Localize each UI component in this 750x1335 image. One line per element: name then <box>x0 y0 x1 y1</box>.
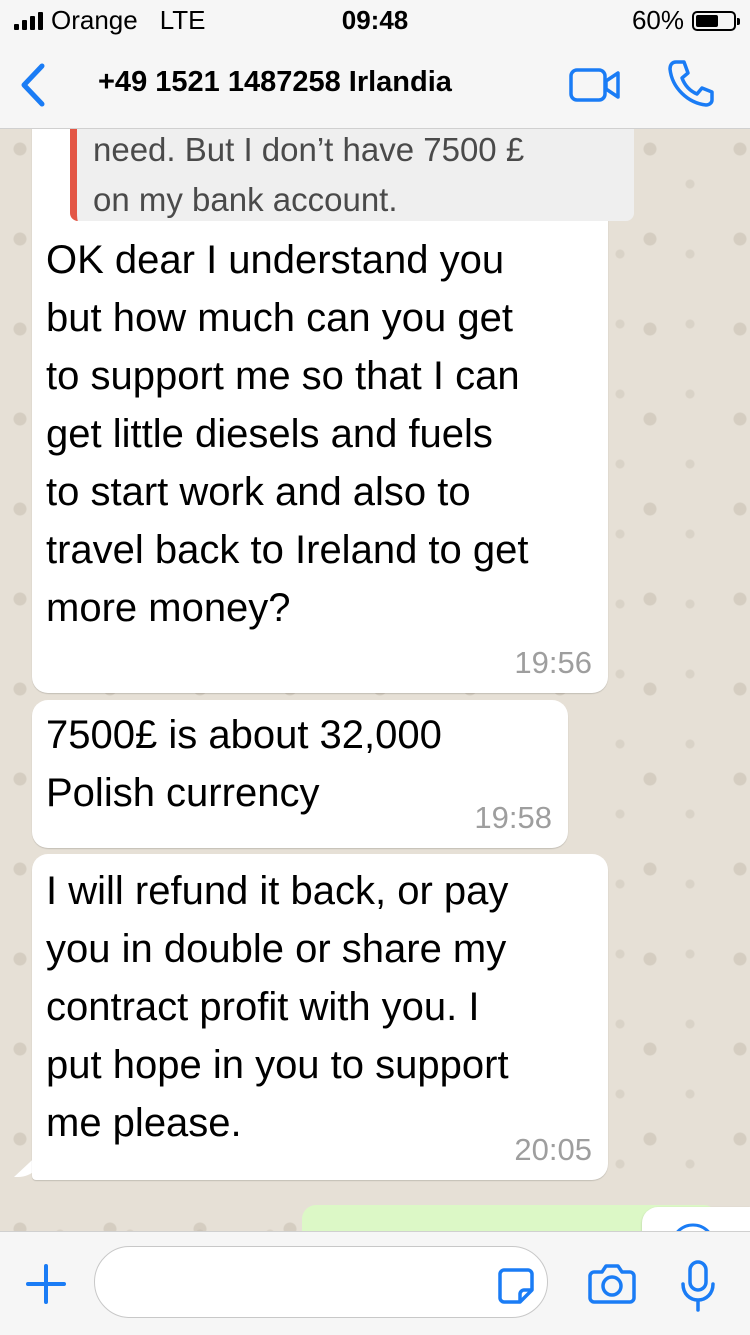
message-time: 19:56 <box>514 645 592 680</box>
message-bubble-3[interactable]: I will refund it back, or pay you in dou… <box>32 854 608 1180</box>
quoted-message-text: I'm very sorry that you are in need. But… <box>93 131 525 218</box>
status-bar: Orange LTE 09:48 60% <box>0 0 750 40</box>
chat-area[interactable]: I'm very sorry that you are in need. But… <box>0 129 750 1231</box>
message-time: 19:58 <box>474 800 552 835</box>
message-time: 20:05 <box>514 1132 592 1167</box>
battery-icon <box>692 10 740 31</box>
camera-icon[interactable] <box>588 1262 636 1304</box>
input-bar <box>0 1231 750 1335</box>
message-bubble-2[interactable]: 7500£ is about 32,000 Polish currency 19… <box>32 700 568 848</box>
quoted-message[interactable]: I'm very sorry that you are in need. But… <box>70 129 634 221</box>
message-bubble-1[interactable]: I'm very sorry that you are in need. But… <box>32 129 634 693</box>
battery-fill <box>696 14 718 27</box>
battery-group: 60% <box>631 5 740 36</box>
message-text: OK dear I understand you but how much ca… <box>46 238 529 630</box>
video-camera-icon[interactable] <box>568 66 622 104</box>
sticker-icon[interactable] <box>496 1266 536 1306</box>
plus-icon[interactable] <box>24 1262 68 1306</box>
back-icon[interactable] <box>14 62 54 108</box>
message-text: I will refund it back, or pay you in dou… <box>46 869 509 1145</box>
chat-header: +49 1521 1487258 Irlandia <box>0 40 750 129</box>
scroll-to-bottom-button[interactable] <box>642 1207 750 1231</box>
chevron-down-circle-icon <box>676 1223 710 1231</box>
microphone-icon[interactable] <box>680 1260 716 1312</box>
battery-percent: 60% <box>631 5 684 35</box>
phone-icon[interactable] <box>666 58 716 108</box>
message-input[interactable] <box>94 1246 548 1318</box>
contact-title[interactable]: +49 1521 1487258 Irlandia <box>98 66 452 99</box>
